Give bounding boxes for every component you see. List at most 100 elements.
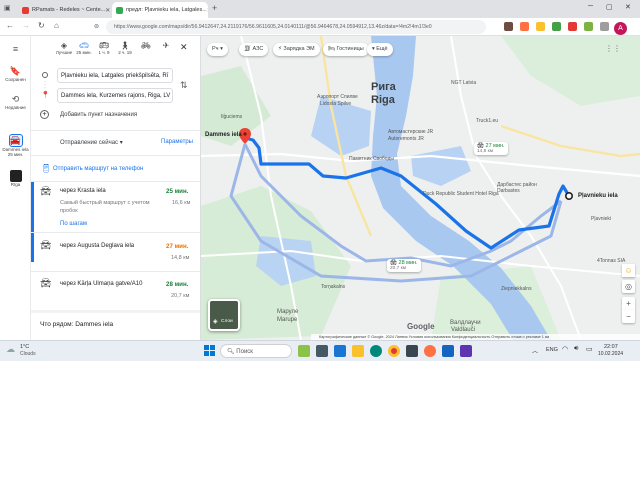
firefox-icon[interactable] — [424, 345, 436, 357]
apps-grid-icon[interactable]: ⋮⋮ — [605, 44, 621, 53]
extension-icon[interactable] — [568, 22, 577, 31]
layers-button[interactable]: ◈ Слои — [208, 299, 240, 331]
travel-mode-bicycle[interactable]: 🚲︎ — [137, 41, 155, 50]
travel-mode-flight[interactable]: ✈ — [157, 41, 175, 50]
extension-icon[interactable] — [536, 22, 545, 31]
car-icon: 🚘︎ — [40, 240, 52, 250]
city-label-ru: Рига — [371, 81, 396, 93]
app-icon[interactable] — [460, 345, 472, 357]
extension-icon[interactable] — [552, 22, 561, 31]
route-option-3[interactable]: 🚘︎ через Kārļa Ulmaņa gatve/A10 28 мин. … — [31, 272, 200, 302]
car-icon: 🚘︎ — [40, 278, 52, 288]
battery-icon[interactable]: ▭ — [586, 345, 593, 353]
widgets-icon[interactable] — [298, 345, 310, 357]
navigation-bar: ← → ↻ ⌂ ⊜ https://www.google.com/maps/di… — [0, 18, 640, 36]
travel-mode-walk[interactable]: 🚶︎ 2 ч. 19 — [116, 41, 134, 55]
extension-icon[interactable] — [504, 22, 513, 31]
address-input[interactable]: https://www.google.com/maps/dir/56.94126… — [106, 20, 486, 34]
file-explorer-icon[interactable] — [352, 345, 364, 357]
minimize-button[interactable]: ─ — [588, 3, 593, 10]
edge-icon[interactable] — [370, 345, 382, 357]
close-tab-icon[interactable]: ✕ — [207, 7, 208, 14]
tab-title: предл: Pļavnieku iela, Latgales... — [126, 7, 207, 13]
map-canvas[interactable]: Рч ▾ ⛽︎ АЗС ⚡︎ Зарядка ЭМ 🛏︎ Гостиницы ▾… — [201, 36, 640, 340]
close-tab-icon[interactable]: ✕ — [105, 7, 110, 14]
options-button[interactable]: Параметры — [161, 139, 193, 145]
travel-mode-car[interactable]: 🚗︎ 25 мин. — [75, 41, 93, 55]
clock-time[interactable]: 22:07 — [604, 344, 618, 350]
app-icon[interactable] — [334, 345, 346, 357]
wifi-icon[interactable]: ◠ — [562, 345, 568, 353]
profile-avatar[interactable]: A — [614, 22, 627, 35]
home-icon[interactable]: ⌂ — [54, 21, 59, 30]
flight-icon: ✈ — [162, 41, 170, 50]
volume-icon[interactable]: 🔊︎ — [574, 345, 578, 353]
pegman-icon[interactable]: ☺ — [622, 264, 635, 277]
route-time: 25 мин. — [166, 188, 189, 195]
recent-place-button[interactable]: Rīga — [0, 170, 31, 187]
tray-chevron-icon[interactable]: ︿ — [532, 346, 538, 355]
map-label: Truck1.eu — [476, 118, 499, 124]
map-label: Ziepniekkalns — [501, 286, 532, 292]
route-badge-3[interactable]: 🚘︎ 28 мин. 20,7 км — [387, 259, 421, 272]
city-label-lv: Riga — [371, 94, 395, 106]
saved-button[interactable]: 🔖 Сохранен — [0, 66, 31, 82]
chip-hotels[interactable]: 🛏︎ Гостиницы — [323, 43, 369, 56]
weather-icon[interactable]: ☁ — [6, 344, 15, 355]
tab-1[interactable]: RPamats - Redeles ~ Cente... ✕ — [18, 2, 110, 18]
start-button[interactable] — [204, 345, 215, 356]
zoom-in-button[interactable]: + — [622, 297, 635, 310]
app-icon[interactable] — [442, 345, 454, 357]
map-label: Autoremonts JR — [388, 136, 424, 142]
chrome-icon[interactable] — [388, 345, 400, 357]
destination-input[interactable]: Dammes iela, Kurzemes rajons, Riga, LV — [57, 88, 173, 103]
app-icon[interactable] — [406, 345, 418, 357]
zoom-out-button[interactable]: − — [622, 310, 635, 323]
route-via: через Augusta Deglava iela — [60, 243, 135, 249]
clock-date[interactable]: 10.02.2024 — [598, 351, 623, 357]
site-info-icon[interactable]: ⊜ — [94, 23, 99, 30]
recent-route-button[interactable]: 🚘 Dammes iela 25 мин. — [0, 134, 31, 157]
task-view-icon[interactable] — [316, 345, 328, 357]
chip-ev-charging[interactable]: ⚡︎ Зарядка ЭМ — [273, 43, 320, 56]
maximize-button[interactable]: ▢ — [606, 3, 613, 11]
tab-title: RPamats - Redeles ~ Cente... — [32, 7, 106, 13]
close-window-button[interactable]: ✕ — [625, 3, 631, 11]
menu-button[interactable]: ≡ — [0, 44, 31, 54]
extension-icon[interactable] — [520, 22, 529, 31]
language-indicator[interactable]: ENG — [546, 347, 558, 353]
taskbar-search-box[interactable]: 🔍︎ Поиск — [220, 344, 292, 358]
new-tab-button[interactable]: + — [212, 3, 217, 13]
add-destination-link[interactable]: Добавить пункт назначения — [60, 112, 137, 118]
origin-input[interactable]: Pļavnieku iela, Latgales priekšpilsēta, … — [57, 68, 173, 83]
travel-mode-transit[interactable]: 🚌︎ 1 ч. 9 — [95, 41, 113, 55]
puzzle-icon[interactable] — [600, 22, 609, 31]
recent-button[interactable]: ⟲ Недавние — [0, 94, 31, 110]
rail-label: Dammes iela 25 мин. — [2, 147, 29, 157]
mode-label: 25 мин. — [76, 50, 92, 55]
map-label: Аэропорт Спилве — [317, 94, 358, 100]
swap-icon[interactable]: ⇅ — [180, 80, 188, 91]
send-to-phone-link[interactable]: Отправить маршрут на телефон — [53, 166, 143, 172]
route-note: Самый быстрый маршрут с учетом пробок — [60, 200, 150, 214]
back-icon[interactable]: ← — [6, 21, 14, 30]
reload-icon[interactable]: ↻ — [38, 21, 45, 30]
chip-gas-stations[interactable]: ⛽︎ АЗС — [239, 43, 269, 56]
route-details-link[interactable]: По шагам — [60, 221, 87, 227]
chip-more[interactable]: ▾ Ещё — [367, 43, 393, 56]
chip-restaurants[interactable]: Рч ▾ — [207, 43, 228, 56]
tab-2-active[interactable]: предл: Pļavnieku iela, Latgales... ✕ — [112, 2, 208, 18]
route-badge-2[interactable]: 🚘︎ 27 мин. 14,8 км — [474, 142, 508, 155]
blank-area — [0, 361, 640, 478]
add-destination-icon[interactable]: + — [40, 110, 49, 119]
travel-mode-best[interactable]: ◈ Лучшие — [55, 41, 73, 55]
mode-label: 2 ч. 19 — [118, 50, 132, 55]
search-placeholder: Поиск — [236, 349, 253, 355]
extension-icon[interactable] — [584, 22, 593, 31]
route-option-2[interactable]: 🚘︎ через Augusta Deglava iela 27 мин. 14… — [31, 233, 200, 271]
my-location-button[interactable]: ◎ — [622, 280, 635, 293]
forward-icon[interactable]: → — [22, 21, 30, 30]
depart-time-select[interactable]: Отправление сейчас ▾ — [60, 139, 123, 146]
close-directions-button[interactable]: ✕ — [180, 42, 188, 53]
tab-list-icon[interactable]: ▣ — [4, 4, 11, 12]
